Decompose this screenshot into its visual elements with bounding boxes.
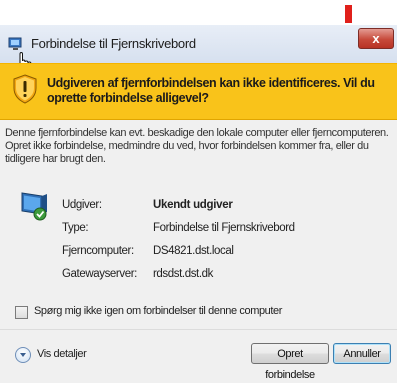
dont-ask-again-checkbox[interactable] — [15, 306, 28, 319]
show-details-label[interactable]: Vis detaljer — [37, 348, 87, 360]
dialog-window: Forbindelse til Fjernskrivebord x Udgive… — [0, 25, 397, 383]
computer-icon — [21, 192, 47, 221]
warning-banner: Udgiveren af fjernforbindelsen kan ikke … — [0, 63, 397, 120]
connect-button[interactable]: Opret forbindelse — [251, 343, 329, 381]
warning-shield-icon — [13, 74, 37, 104]
close-button[interactable]: x — [358, 28, 394, 49]
gateway-value: rdsdst.dst.dk — [153, 268, 213, 280]
description-text: Denne fjernforbindelse kan evt. beskadig… — [5, 127, 389, 165]
warning-message: Udgiveren af fjernforbindelsen kan ikke … — [47, 76, 375, 105]
dont-ask-again-label[interactable]: Spørg mig ikke igen om forbindelser til … — [34, 305, 282, 317]
red-marker — [345, 5, 352, 23]
remote-desktop-icon — [8, 37, 22, 50]
type-label: Type: — [62, 222, 89, 234]
gateway-label: Gatewayserver: — [62, 268, 137, 280]
window-title: Forbindelse til Fjernskrivebord — [31, 36, 196, 51]
cancel-button[interactable]: Annuller — [333, 343, 391, 364]
divider — [0, 329, 397, 330]
title-bar[interactable]: Forbindelse til Fjernskrivebord x — [0, 25, 397, 77]
publisher-label: Udgiver: — [62, 199, 102, 211]
remote-computer-label: Fjerncomputer: — [62, 245, 134, 257]
type-value: Forbindelse til Fjernskrivebord — [153, 222, 295, 234]
publisher-value: Ukendt udgiver — [153, 199, 233, 211]
chevron-down-icon[interactable] — [15, 347, 31, 363]
remote-computer-value: DS4821.dst.local — [153, 245, 234, 257]
